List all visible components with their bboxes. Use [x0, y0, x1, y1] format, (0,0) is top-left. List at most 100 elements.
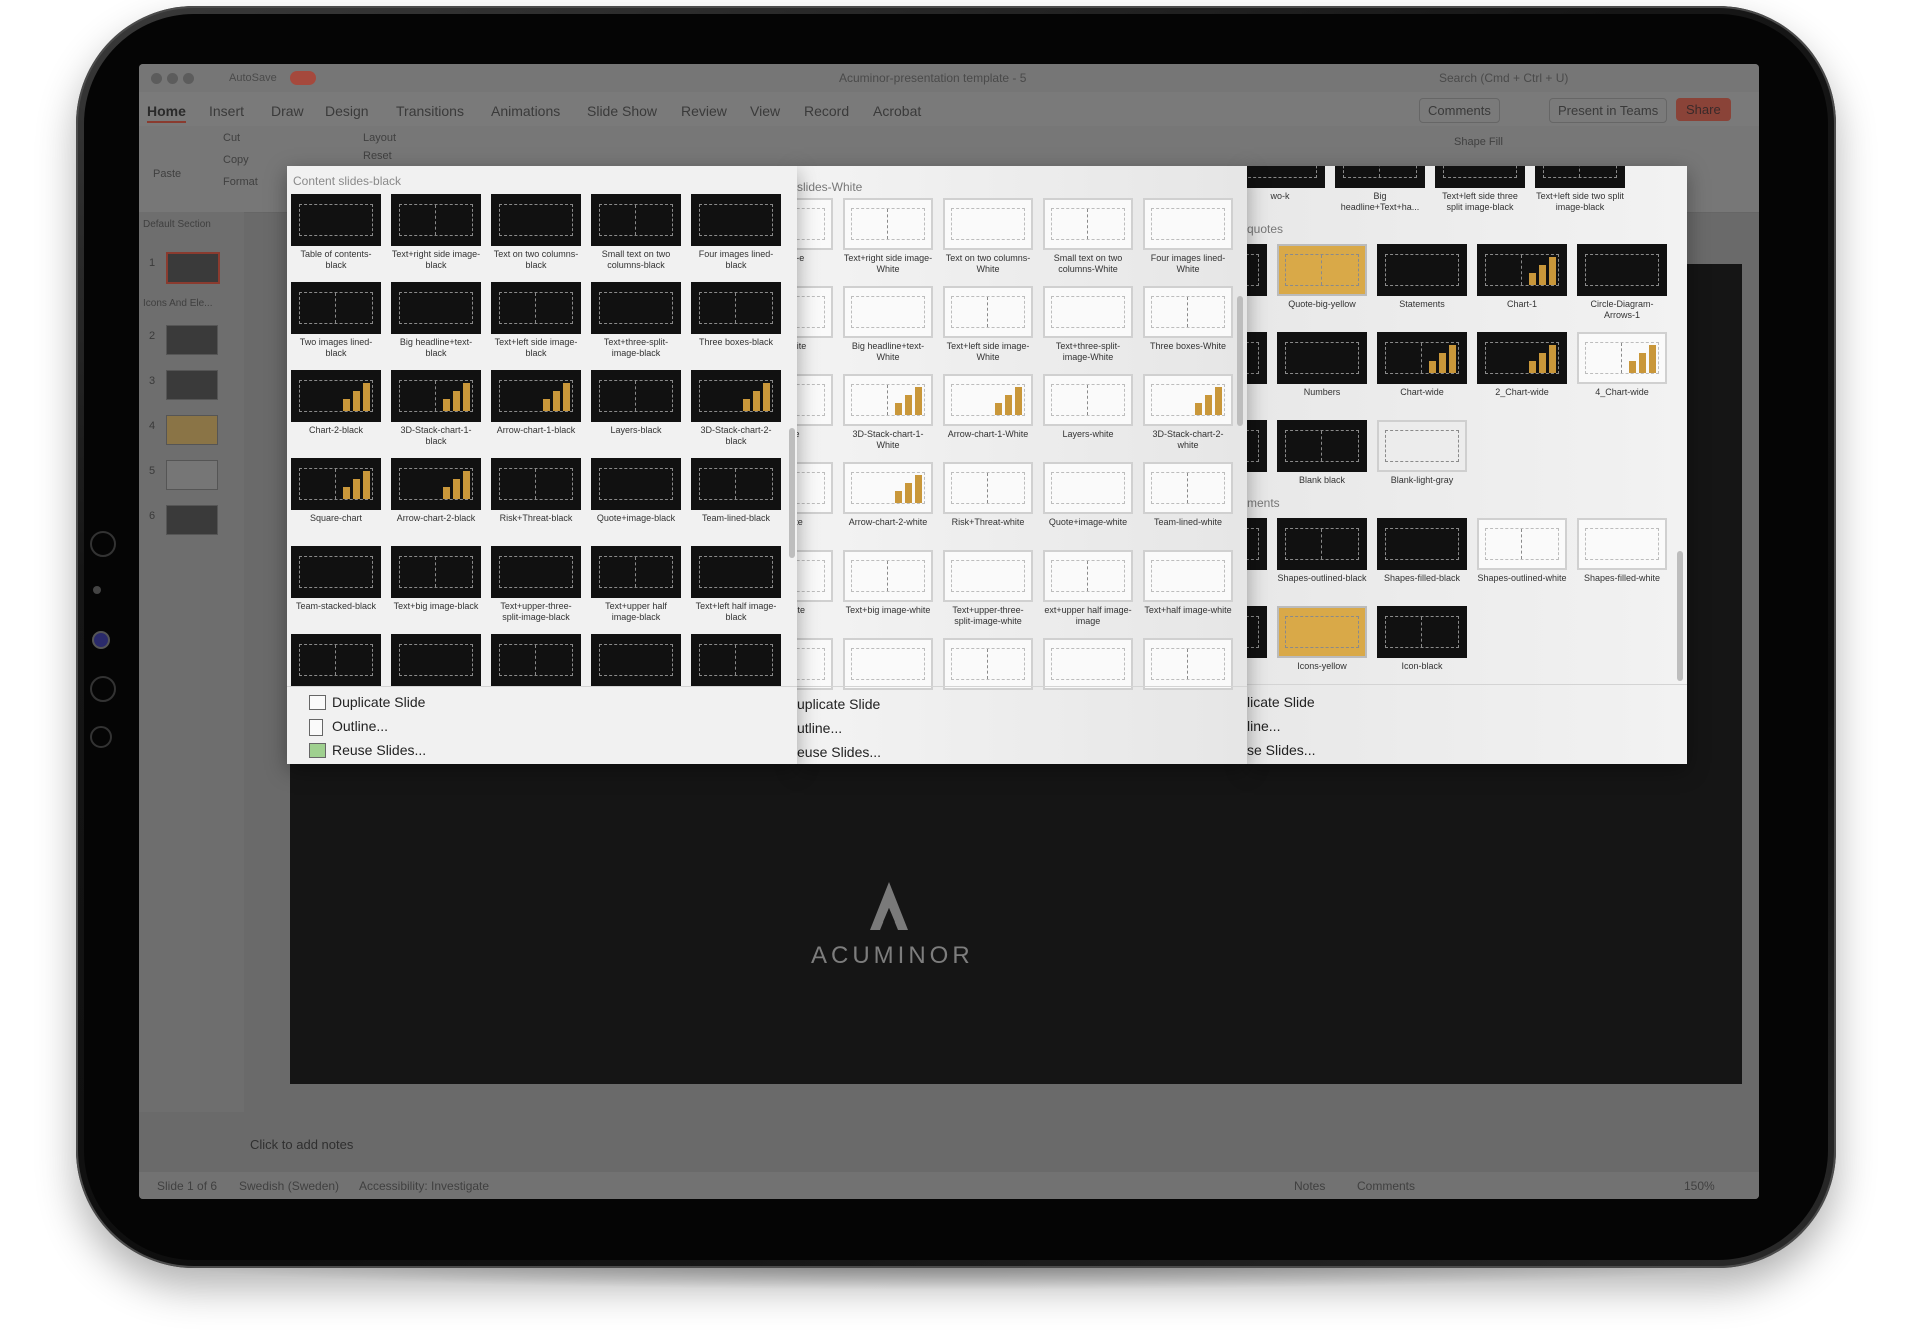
scrollbar[interactable]: [1677, 551, 1683, 681]
layout-thumbnail[interactable]: Team-lined-white: [1143, 462, 1233, 528]
layout-thumbnail[interactable]: Layers-black: [591, 370, 681, 436]
layout-thumbnail[interactable]: Arrow-chart-2-white: [843, 462, 933, 528]
outline-item[interactable]: utline...: [797, 720, 842, 736]
layout-thumbnail[interactable]: [797, 638, 833, 693]
section-icons[interactable]: Icons And Ele...: [143, 298, 213, 309]
comments-button[interactable]: Comments: [1419, 98, 1500, 123]
layout-thumbnail[interactable]: 3D-Stack-chart-1-black: [391, 370, 481, 447]
paste-button[interactable]: Paste: [153, 168, 181, 180]
layout-thumbnail[interactable]: wo-k: [1247, 166, 1325, 202]
layout-thumbnail[interactable]: Text+left side image-black: [491, 282, 581, 359]
layout-thumbnail[interactable]: w: [1247, 420, 1267, 486]
slide-thumbnail-3[interactable]: [166, 370, 218, 400]
layout-thumbnail[interactable]: Layers-white: [1043, 374, 1133, 440]
layout-thumbnail[interactable]: Text+upper half image-black: [591, 546, 681, 623]
layout-thumbnail[interactable]: 3D-Stack-chart-2-black: [691, 370, 781, 447]
layout-thumbnail[interactable]: Statements: [1377, 244, 1467, 310]
layout-thumbnail[interactable]: Text+upper-three-split-image-white: [943, 550, 1033, 627]
layout-thumbnail[interactable]: Small text on two columns-black: [591, 194, 681, 271]
scrollbar[interactable]: [789, 428, 795, 558]
autosave-toggle[interactable]: [290, 71, 316, 85]
layout-thumbnail[interactable]: Text+upper-three-split-image-black: [491, 546, 581, 623]
layout-button[interactable]: Layout: [363, 132, 396, 144]
layout-thumbnail[interactable]: rt-white: [797, 462, 833, 528]
slide-thumbnail-4[interactable]: [166, 415, 218, 445]
layout-thumbnail[interactable]: lines: [1247, 518, 1267, 584]
layout-thumbnail[interactable]: Big headline+Text+ha...: [1335, 166, 1425, 213]
layout-thumbnail[interactable]: Small text on two columns-White: [1043, 198, 1133, 275]
slide-thumbnail-2[interactable]: [166, 325, 218, 355]
layout-thumbnail[interactable]: [943, 638, 1033, 693]
layout-thumbnail[interactable]: Three boxes-White: [1143, 286, 1233, 352]
notes-placeholder[interactable]: Click to add notes: [250, 1137, 353, 1152]
layout-thumbnail[interactable]: Text+three-split-image-White: [1043, 286, 1133, 363]
cut-button[interactable]: Cut: [223, 132, 240, 144]
layout-thumbnail[interactable]: [391, 634, 481, 689]
reuse-slides-item[interactable]: euse Slides...: [797, 744, 881, 760]
notes-pane[interactable]: [244, 1112, 1759, 1152]
layout-thumbnail[interactable]: 3D-Stack-chart-1-White: [843, 374, 933, 451]
layout-thumbnail[interactable]: Text+big image-white: [843, 550, 933, 616]
layout-thumbnail[interactable]: Team-lined-black: [691, 458, 781, 524]
slide-thumbnail-5[interactable]: [166, 460, 218, 490]
notes-toggle[interactable]: Notes: [1294, 1179, 1325, 1193]
layout-thumbnail[interactable]: Icon-black: [1377, 606, 1467, 672]
layout-thumbnail[interactable]: Text on two columns-black: [491, 194, 581, 271]
layout-thumbnail[interactable]: Numbers: [1277, 332, 1367, 398]
layout-thumbnail[interactable]: [1043, 638, 1133, 693]
reset-button[interactable]: Reset: [363, 150, 392, 162]
layout-thumbnail[interactable]: Arrow-chart-1-black: [491, 370, 581, 436]
layout-thumbnail[interactable]: Text+left half image-black: [691, 546, 781, 623]
layout-thumbnail[interactable]: Team-stacked-black: [291, 546, 381, 612]
autosave-label[interactable]: AutoSave: [229, 72, 277, 84]
layout-thumbnail[interactable]: ext+upper half image-image: [1043, 550, 1133, 627]
layout-thumbnail[interactable]: m-: [1247, 332, 1267, 398]
layout-thumbnail[interactable]: Text+left side image-White: [943, 286, 1033, 363]
layout-thumbnail[interactable]: ed-white: [797, 550, 833, 616]
tab-acrobat[interactable]: Acrobat: [873, 103, 921, 119]
slide-thumbnail-1[interactable]: [166, 252, 220, 284]
layout-thumbnail[interactable]: Table of contents-black: [291, 194, 381, 271]
layout-thumbnail[interactable]: Icons-yellow: [1277, 606, 1367, 672]
layout-thumbnail[interactable]: ages hite: [797, 286, 833, 352]
layout-thumbnail[interactable]: Blank black: [1277, 420, 1367, 486]
outline-item[interactable]: Outline...: [332, 718, 388, 734]
duplicate-slide-item[interactable]: uplicate Slide: [797, 696, 880, 712]
layout-thumbnail[interactable]: Quote+image-black: [591, 458, 681, 524]
share-button[interactable]: Share: [1676, 98, 1731, 121]
layout-thumbnail[interactable]: Square-chart: [291, 458, 381, 524]
layout-thumbnail[interactable]: Four images lined-black: [691, 194, 781, 271]
zoom-level[interactable]: 150%: [1684, 1179, 1715, 1193]
layout-thumbnail[interactable]: Shapes-filled-black: [1377, 518, 1467, 584]
shape-fill-button[interactable]: Shape Fill: [1454, 136, 1503, 148]
format-painter-button[interactable]: Format: [223, 176, 258, 188]
accessibility-status[interactable]: Accessibility: Investigate: [359, 1179, 489, 1193]
layout-thumbnail[interactable]: White: [797, 374, 833, 440]
layout-thumbnail[interactable]: Shapes-outlined-white: [1477, 518, 1567, 584]
tab-home[interactable]: Home: [147, 103, 186, 123]
layout-thumbnail[interactable]: Text on two columns-White: [943, 198, 1033, 275]
window-controls[interactable]: [151, 73, 199, 87]
layout-thumbnail[interactable]: Risk+Threat-black: [491, 458, 581, 524]
layout-thumbnail[interactable]: Text+right side image-black: [391, 194, 481, 271]
tab-animations[interactable]: Animations: [491, 103, 560, 119]
layout-thumbnail[interactable]: Shapes-filled-white: [1577, 518, 1667, 584]
layout-thumbnail[interactable]: Big headline+text-black: [391, 282, 481, 359]
present-in-teams-button[interactable]: Present in Teams: [1549, 98, 1668, 123]
tab-view[interactable]: View: [750, 103, 780, 119]
reuse-slides-item[interactable]: Reuse Slides...: [332, 742, 426, 758]
duplicate-slide-item[interactable]: Duplicate Slide: [332, 694, 425, 710]
layout-thumbnail[interactable]: Quote+image-white: [1043, 462, 1133, 528]
layout-thumbnail[interactable]: Arrow-chart-1-White: [943, 374, 1033, 440]
layout-thumbnail[interactable]: e: [1247, 606, 1267, 672]
search-input[interactable]: Search (Cmd + Ctrl + U): [1439, 71, 1568, 85]
tab-design[interactable]: Design: [325, 103, 369, 119]
layout-thumbnail[interactable]: Three boxes-black: [691, 282, 781, 348]
layout-thumbnail[interactable]: [291, 634, 381, 689]
language-status[interactable]: Swedish (Sweden): [239, 1179, 339, 1193]
layout-thumbnail[interactable]: Big headline+text-White: [843, 286, 933, 363]
layout-thumbnail[interactable]: Text+big image-black: [391, 546, 481, 612]
tab-record[interactable]: Record: [804, 103, 849, 119]
layout-thumbnail[interactable]: Chart-2-black: [291, 370, 381, 436]
layout-thumbnail[interactable]: ntents-e: [797, 198, 833, 264]
